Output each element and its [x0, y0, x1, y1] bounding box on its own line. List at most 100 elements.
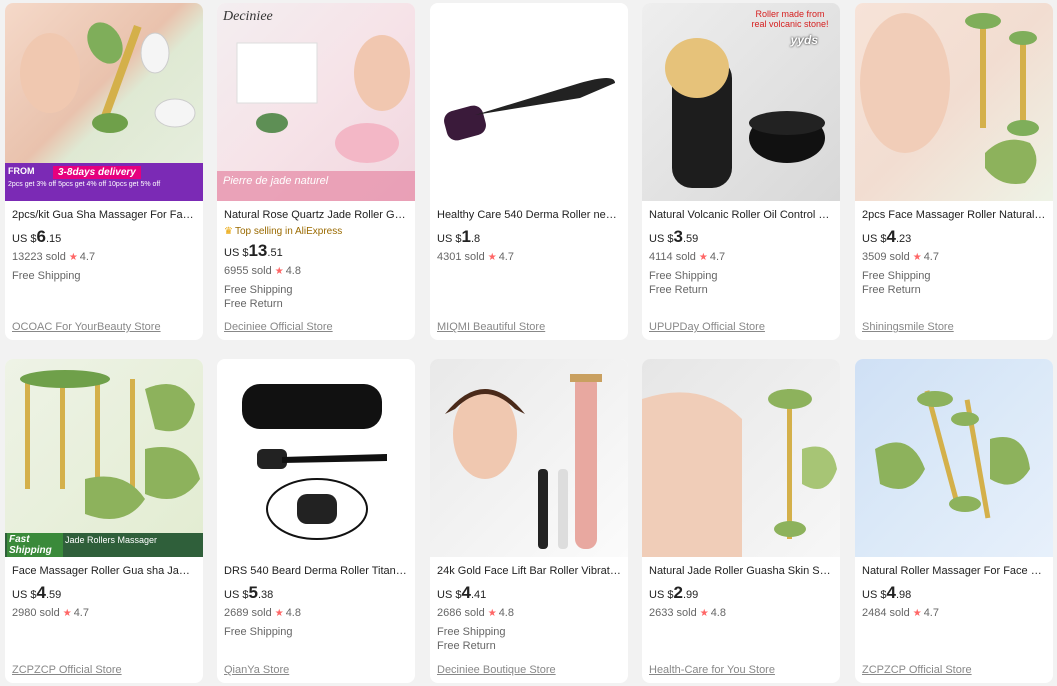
store-link[interactable]: MIQMI Beautiful Store — [437, 321, 545, 333]
product-price: US $6.15 — [12, 227, 62, 246]
product-image[interactable] — [855, 3, 1053, 201]
star-icon: ★ — [487, 252, 497, 263]
store-link[interactable]: Deciniee Official Store — [224, 321, 333, 333]
rating-value: 4.7 — [73, 607, 89, 619]
store-link[interactable]: Health-Care for You Store — [649, 664, 775, 676]
product-title[interactable]: Healthy Care 540 Derma Roller needles — [437, 208, 621, 222]
sales-rating: 13223 sold ★ 4.7 — [12, 250, 196, 264]
star-icon: ★ — [68, 252, 78, 263]
sold-count: 2633 sold — [649, 607, 697, 619]
store-link[interactable]: ZCPZCP Official Store — [12, 664, 122, 676]
jade-roller-set-illustration — [20, 370, 200, 519]
store-link[interactable]: ZCPZCP Official Store — [862, 664, 972, 676]
delivery-badge: 3-8days delivery — [53, 166, 141, 179]
sales-rating: 4301 sold ★ 4.7 — [437, 250, 621, 264]
product-title[interactable]: Natural Roller Massager For Face Jade Gu… — [862, 564, 1046, 578]
image-caption: Roller made from real volcanic stone! — [751, 9, 829, 29]
sold-count: 2686 sold — [437, 607, 485, 619]
product-title[interactable]: Natural Rose Quartz Jade Roller Gua Sha … — [224, 208, 408, 222]
product-price: US $4.41 — [437, 583, 487, 602]
image-banner: Pierre de jade naturel — [217, 171, 415, 201]
rating-value: 4.7 — [923, 251, 939, 263]
product-image[interactable]: Deciniee Pierre de jade naturel — [217, 3, 415, 201]
star-icon: ★ — [912, 252, 922, 263]
shipping-info: Free Shipping Free Return — [649, 270, 718, 296]
shipping-info: Free Shipping Free Return — [224, 284, 293, 310]
rating-value: 4.8 — [285, 607, 301, 619]
product-image[interactable] — [430, 359, 628, 557]
jade-roller-set-illustration — [875, 390, 1030, 519]
product-card[interactable]: 24k Gold Face Lift Bar Roller Vibration … — [430, 359, 628, 683]
sold-count: 3509 sold — [862, 251, 910, 263]
derma-roller-illustration — [444, 78, 615, 141]
product-title[interactable]: Face Massager Roller Gua sha Jade Roller… — [12, 564, 196, 578]
product-title[interactable]: 2pcs Face Massager Roller Natural Jade G… — [862, 208, 1046, 222]
star-icon: ★ — [698, 252, 708, 263]
product-card[interactable]: Natural Jade Roller Guasha Skin Scraper … — [642, 359, 840, 683]
star-icon: ★ — [62, 608, 72, 619]
product-title[interactable]: Natural Jade Roller Guasha Skin Scraper … — [649, 564, 833, 578]
sales-rating: 2689 sold ★ 4.8 — [224, 606, 408, 620]
rating-value: 4.8 — [285, 265, 301, 277]
derma-roller-kit-illustration — [242, 384, 387, 540]
shipping-info: Free Shipping — [224, 626, 293, 638]
product-image[interactable] — [855, 359, 1053, 557]
sold-count: 2980 sold — [12, 607, 60, 619]
sales-rating: 4114 sold ★ 4.7 — [649, 250, 833, 264]
store-link[interactable]: OCOAC For YourBeauty Store — [12, 321, 161, 333]
product-card[interactable]: Natural Roller Massager For Face Jade Gu… — [855, 359, 1053, 683]
product-card[interactable]: 2pcs Face Massager Roller Natural Jade G… — [855, 3, 1053, 340]
sold-count: 2484 sold — [862, 607, 910, 619]
star-icon: ★ — [274, 266, 284, 277]
product-card[interactable]: FROM 3-8days delivery 2pcs get 3% off 5p… — [5, 3, 203, 340]
product-price: US $1.8 — [437, 227, 481, 246]
sales-rating: 2686 sold ★ 4.8 — [437, 606, 621, 620]
store-link[interactable]: Shiningsmile Store — [862, 321, 954, 333]
shipping-info: Free Shipping Free Return — [862, 270, 931, 296]
store-link[interactable]: QianYa Store — [224, 664, 289, 676]
rating-value: 4.7 — [923, 607, 939, 619]
image-banner: Fast Shipping Jade Rollers Massager — [5, 533, 203, 557]
product-card[interactable]: Deciniee Pierre de jade naturel Natural … — [217, 3, 415, 340]
product-image[interactable]: Roller made from real volcanic stone! yy… — [642, 3, 840, 201]
top-selling-badge: ♛ Top selling in AliExpress — [224, 226, 343, 237]
fast-shipping-tag: Fast Shipping — [7, 533, 63, 557]
product-price: US $13.51 — [224, 241, 283, 260]
brand-logo: Deciniee — [223, 9, 273, 24]
star-icon: ★ — [699, 608, 709, 619]
product-price: US $3.59 — [649, 227, 699, 246]
product-grid: FROM 3-8days delivery 2pcs get 3% off 5p… — [0, 0, 1057, 686]
star-icon: ★ — [487, 608, 497, 619]
product-price: US $4.23 — [862, 227, 912, 246]
product-title[interactable]: 2pcs/kit Gua Sha Massager For Face Jade … — [12, 208, 196, 222]
product-card[interactable]: DRS 540 Beard Derma Roller Titanium Need… — [217, 359, 415, 683]
store-link[interactable]: UPUPDay Official Store — [649, 321, 765, 333]
product-price: US $4.98 — [862, 583, 912, 602]
product-title[interactable]: Natural Volcanic Roller Oil Control Face… — [649, 208, 833, 222]
product-card[interactable]: Roller made from real volcanic stone! yy… — [642, 3, 840, 340]
product-image[interactable] — [642, 359, 840, 557]
crown-icon: ♛ — [224, 226, 233, 237]
sold-count: 4301 sold — [437, 251, 485, 263]
shipping-info: Free Shipping — [12, 270, 81, 282]
product-title[interactable]: DRS 540 Beard Derma Roller Titanium Need… — [224, 564, 408, 578]
shipping-info: Free Shipping Free Return — [437, 626, 506, 652]
product-price: US $2.99 — [649, 583, 699, 602]
rating-value: 4.8 — [498, 607, 514, 619]
store-link[interactable]: Deciniee Boutique Store — [437, 664, 556, 676]
product-price: US $4.59 — [12, 583, 62, 602]
sales-rating: 2484 sold ★ 4.7 — [862, 606, 1046, 620]
product-card[interactable]: Fast Shipping Jade Rollers Massager Face… — [5, 359, 203, 683]
product-image[interactable]: FROM 3-8days delivery 2pcs get 3% off 5p… — [5, 3, 203, 201]
product-image[interactable]: Fast Shipping Jade Rollers Massager — [5, 359, 203, 557]
sales-rating: 3509 sold ★ 4.7 — [862, 250, 1046, 264]
sold-count: 13223 sold — [12, 251, 66, 263]
promo-tiers: 2pcs get 3% off 5pcs get 4% off 10pcs ge… — [8, 181, 161, 188]
star-icon: ★ — [912, 608, 922, 619]
product-image[interactable] — [217, 359, 415, 557]
product-image[interactable] — [430, 3, 628, 201]
sales-rating: 6955 sold ★ 4.8 — [224, 264, 408, 278]
neck-jade-illustration — [642, 389, 837, 557]
product-card[interactable]: Healthy Care 540 Derma Roller needles US… — [430, 3, 628, 340]
product-title[interactable]: 24k Gold Face Lift Bar Roller Vibration … — [437, 564, 621, 578]
